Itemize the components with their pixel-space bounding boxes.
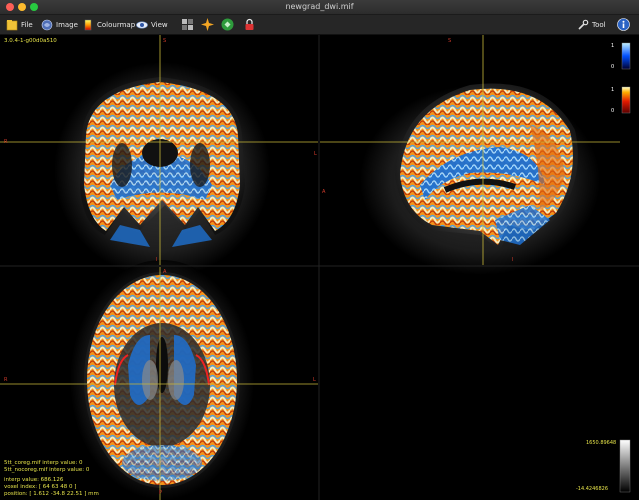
grayscale-colourbar xyxy=(619,439,631,493)
image-viewport[interactable]: 3.0.4-1-g00d0a510 S R L I S A I A R L P … xyxy=(0,35,639,500)
hot-colourbar-max: 1 xyxy=(611,87,615,93)
overlay-file2-label: 5tt_nocoreg.mif interp value: 0 xyxy=(4,467,90,473)
view-menu-button[interactable]: View xyxy=(136,17,168,32)
layout-grid-icon[interactable] xyxy=(181,18,194,31)
blue-colourbar-max: 1 xyxy=(611,43,615,49)
file-menu-label: File xyxy=(21,20,33,29)
axial-posterior-label: P xyxy=(159,490,163,496)
overlay-file1-label: 5tt_coreg.mif interp value: 0 xyxy=(4,460,83,466)
tool-menu-button[interactable]: Tool xyxy=(577,17,606,32)
lock-icon[interactable] xyxy=(243,18,256,31)
sagittal-anterior-label: A xyxy=(322,189,326,195)
tool-menu-label: Tool xyxy=(592,20,606,29)
image-menu-label: Image xyxy=(56,20,78,29)
window-titlebar: newgrad_dwi.mif xyxy=(0,0,639,15)
crosshair-icon[interactable] xyxy=(201,18,214,31)
coronal-sup-label: S xyxy=(163,38,167,44)
view-menu-label: View xyxy=(151,20,168,29)
window-title: newgrad_dwi.mif xyxy=(285,2,354,11)
hot-colourbar xyxy=(621,86,631,114)
position-label: position: [ 1.612 -34.8 22.51 ] mm xyxy=(4,491,99,497)
axial-left-label: L xyxy=(313,377,316,383)
blue-colourbar-min: 0 xyxy=(611,64,615,70)
sagittal-view xyxy=(360,83,600,275)
reset-view-icon[interactable] xyxy=(221,18,234,31)
axial-anterior-label: A xyxy=(163,269,167,275)
colourmap-menu-label: Colourmap xyxy=(97,20,136,29)
hot-colourbar-min: 0 xyxy=(611,108,615,114)
gray-colourbar-min: -14.4246826 xyxy=(576,486,609,492)
interp-value-label: interp value: 686.126 xyxy=(4,477,64,483)
info-icon[interactable] xyxy=(617,18,630,31)
sagittal-sup-label: S xyxy=(448,38,452,44)
coronal-right-label: R xyxy=(4,139,8,145)
version-label: 3.0.4-1-g00d0a510 xyxy=(4,38,57,44)
colourmap-icon xyxy=(84,19,92,30)
file-menu-button[interactable]: File xyxy=(6,17,33,32)
toolbar: File Image Colourmap View Tool xyxy=(0,15,639,35)
axial-view xyxy=(70,260,254,500)
gray-colourbar-max: 1650.89648 xyxy=(586,440,617,446)
voxel-index-label: voxel index: [ 64 63 48 0 ] xyxy=(4,484,77,490)
coronal-inf-label: I xyxy=(156,257,158,263)
coronal-left-label: L xyxy=(314,151,317,157)
image-menu-button[interactable]: Image xyxy=(41,17,78,32)
colourmap-menu-button[interactable]: Colourmap xyxy=(82,17,135,32)
tool-icon xyxy=(578,19,589,30)
file-icon xyxy=(6,19,18,30)
brain-views xyxy=(0,35,639,500)
image-icon xyxy=(41,19,53,30)
sagittal-inf-label: I xyxy=(512,257,514,263)
blue-colourbar xyxy=(621,42,631,70)
axial-right-label: R xyxy=(4,377,8,383)
view-eye-icon xyxy=(136,20,148,29)
coronal-view xyxy=(54,62,270,278)
